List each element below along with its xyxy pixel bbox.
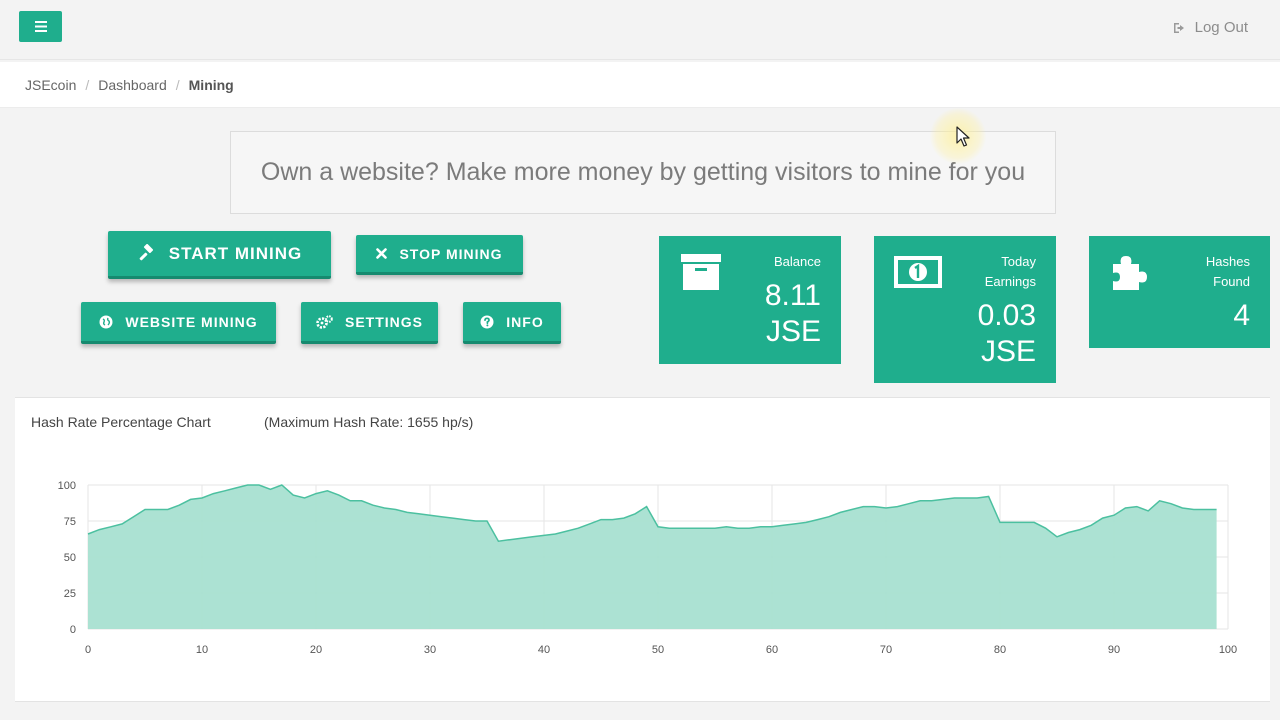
x-tick-label: 10 <box>196 644 208 656</box>
sign-out-icon <box>1173 22 1184 33</box>
stop-mining-button[interactable]: STOP MINING <box>356 235 523 275</box>
logout-label: Log Out <box>1194 19 1248 36</box>
settings-label: SETTINGS <box>344 313 423 330</box>
x-tick-label: 0 <box>85 644 91 656</box>
money-bill-icon <box>894 256 942 293</box>
y-tick-label: 0 <box>70 624 76 636</box>
promo-banner-text: Own a website? Make more money by gettin… <box>260 158 1026 186</box>
info-button[interactable]: INFO <box>463 302 561 344</box>
y-tick-label: 25 <box>64 588 76 600</box>
balance-value: 8.11 <box>764 279 821 312</box>
y-tick-label: 50 <box>64 552 76 564</box>
balance-label: Balance <box>774 254 821 269</box>
settings-button[interactable]: SETTINGS <box>301 302 438 344</box>
hash-rate-area <box>88 485 1217 629</box>
hash-rate-chart: 0 25 50 75 100 0 10 20 30 40 50 60 70 80 90 100 <box>58 480 1238 656</box>
info-label: INFO <box>506 313 544 330</box>
x-tick-label: 40 <box>538 644 550 656</box>
globe-icon <box>99 315 113 329</box>
today-earnings-label-line1: Today <box>1001 254 1036 269</box>
breadcrumb-separator: / <box>175 76 180 93</box>
stop-mining-label: STOP MINING <box>399 245 503 262</box>
breadcrumb-separator: / <box>85 76 90 93</box>
close-icon <box>376 248 388 259</box>
balance-card: Balance 8.11 JSE <box>659 236 841 364</box>
x-tick-label: 30 <box>424 644 436 656</box>
menu-toggle-button[interactable] <box>19 11 62 42</box>
gavel-icon <box>137 243 157 264</box>
today-earnings-unit: JSE <box>980 335 1036 368</box>
logout-link[interactable]: Log Out <box>1173 19 1248 36</box>
y-tick-label: 100 <box>58 480 76 492</box>
hash-rate-chart-panel: Hash Rate Percentage Chart (Maximum Hash… <box>15 397 1270 702</box>
question-circle-icon <box>480 315 494 329</box>
puzzle-icon <box>1109 254 1149 297</box>
website-mining-button[interactable]: WEBSITE MINING <box>81 302 276 344</box>
hamburger-icon <box>34 21 47 32</box>
balance-unit: JSE <box>765 315 821 348</box>
breadcrumb-dashboard[interactable]: Dashboard <box>98 77 167 93</box>
x-tick-label: 80 <box>994 644 1006 656</box>
hashes-found-card: Hashes Found 4 <box>1089 236 1270 348</box>
x-tick-label: 20 <box>310 644 322 656</box>
hashes-found-value: 4 <box>1233 299 1250 332</box>
x-tick-label: 60 <box>766 644 778 656</box>
mouse-pointer-icon <box>956 126 970 147</box>
website-mining-label: WEBSITE MINING <box>125 313 258 330</box>
x-tick-label: 90 <box>1108 644 1120 656</box>
start-mining-button[interactable]: START MINING <box>108 231 331 279</box>
x-tick-label: 100 <box>1219 644 1237 656</box>
gears-icon <box>316 314 333 329</box>
breadcrumb-jsecoin[interactable]: JSEcoin <box>25 77 76 93</box>
today-earnings-value: 0.03 <box>977 299 1036 332</box>
hashes-found-label-line2: Found <box>1213 274 1250 289</box>
today-earnings-label-line2: Earnings <box>984 274 1036 289</box>
today-earnings-card: Today Earnings 0.03 JSE <box>874 236 1056 383</box>
x-tick-label: 50 <box>652 644 664 656</box>
top-bar: Log Out <box>0 0 1280 60</box>
breadcrumb: JSEcoin / Dashboard / Mining <box>0 62 1280 108</box>
promo-banner[interactable]: Own a website? Make more money by gettin… <box>230 131 1056 214</box>
archive-icon <box>681 254 721 295</box>
x-tick-label: 70 <box>880 644 892 656</box>
hashes-found-label-line1: Hashes <box>1205 254 1250 269</box>
start-mining-label: START MINING <box>168 243 303 263</box>
y-tick-label: 75 <box>64 516 76 528</box>
breadcrumb-mining: Mining <box>188 76 234 93</box>
